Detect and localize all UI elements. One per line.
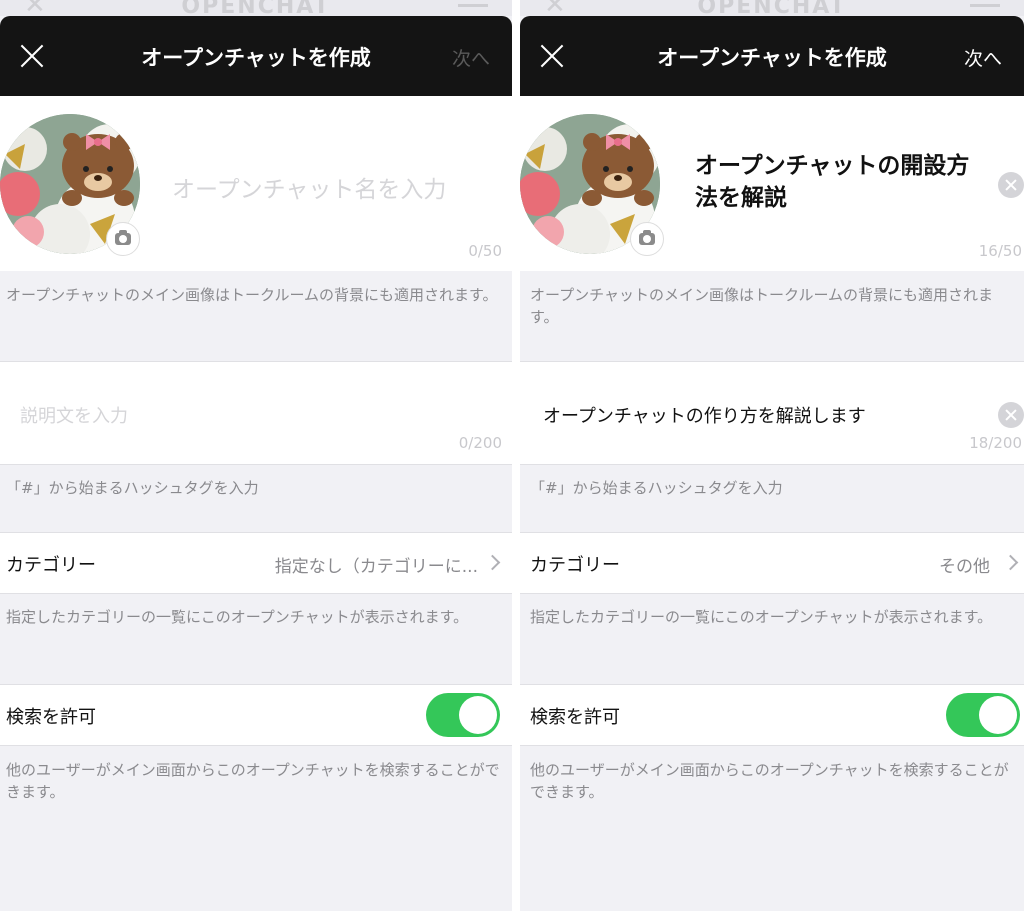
search-permission-label: 検索を許可 [6,707,96,728]
name-section: オープンチャットの開設方法を解説 16/50 [520,96,1024,271]
category-note: 指定したカテゴリーの一覧にこのオープンチャットが表示されます。 [6,608,469,626]
category-label: カテゴリー [6,555,96,576]
create-openchat-screen-empty: ✕ OPENCHAT オープンチャットを作成 次へ オープンチャット名を入力 0… [0,0,512,911]
category-label: カテゴリー [530,555,620,576]
background-close-icon: ✕ [24,0,46,16]
image-note: オープンチャットのメイン画像はトークルームの背景にも適用されます。 [6,286,498,304]
hashtag-note[interactable]: 「#」から始まるハッシュタグを入力 [6,477,506,499]
background-app-title: OPENCHAT [181,0,331,16]
search-permission-label: 検索を許可 [530,707,620,728]
search-permission-row: 検索を許可 [520,684,1024,746]
next-button[interactable]: 次へ [964,44,1002,71]
background-close-icon: ✕ [544,0,566,16]
toggle-knob [979,696,1017,734]
description-char-counter: 18/200 [969,434,1022,452]
description-field[interactable]: オープンチャットの作り方を解説します 18/200 [520,361,1024,465]
clear-icon[interactable] [998,402,1024,428]
description-input[interactable]: オープンチャットの作り方を解説します [543,402,866,428]
description-placeholder: 説明文を入力 [20,406,128,427]
background-app-title: OPENCHAT [697,0,847,16]
description-char-counter: 0/200 [458,434,502,452]
background-app-header: ✕ OPENCHAT [520,0,1024,16]
category-row[interactable]: カテゴリー その他 [520,532,1024,594]
name-char-counter: 0/50 [468,242,502,260]
search-note: 他のユーザーがメイン画面からこのオープンチャットを検索することができます。 [530,761,1009,801]
description-field[interactable]: 説明文を入力 0/200 [0,361,512,465]
camera-icon[interactable] [630,222,664,256]
chevron-right-icon [1002,554,1019,571]
search-permission-toggle[interactable] [426,693,500,737]
next-button[interactable]: 次へ [452,44,490,71]
category-value: その他 [939,557,990,577]
background-menu-icon [970,4,1000,7]
camera-icon[interactable] [106,222,140,256]
background-app-header: ✕ OPENCHAT [0,0,512,16]
toggle-knob [459,696,497,734]
chevron-right-icon [484,554,501,571]
create-openchat-screen-filled: ✕ OPENCHAT オープンチャットを作成 次へ オープンチャットの開設方法を… [520,0,1024,911]
image-note: オープンチャットのメイン画像はトークルームの背景にも適用されます。 [530,286,994,326]
page-title: オープンチャットを作成 [141,46,371,70]
chat-name-input[interactable]: オープンチャットの開設方法を解説 [695,150,985,214]
search-note: 他のユーザーがメイン画面からこのオープンチャットを検索することができます。 [6,761,500,801]
category-note: 指定したカテゴリーの一覧にこのオープンチャットが表示されます。 [530,608,993,626]
nav-bar: オープンチャットを作成 次へ [520,16,1024,96]
clear-icon[interactable] [998,172,1024,198]
chat-name-placeholder[interactable]: オープンチャット名を入力 [172,170,446,204]
name-section: オープンチャット名を入力 0/50 [0,96,512,271]
background-menu-icon [458,4,488,7]
nav-bar: オープンチャットを作成 次へ [0,16,512,96]
category-value: 指定なし（カテゴリーに... [274,557,478,577]
category-row[interactable]: カテゴリー 指定なし（カテゴリーに... [0,532,512,594]
search-permission-toggle[interactable] [946,693,1020,737]
panel-divider [512,0,520,911]
name-char-counter: 16/50 [978,242,1022,260]
search-permission-row: 検索を許可 [0,684,512,746]
page-title: オープンチャットを作成 [657,46,887,70]
hashtag-note[interactable]: 「#」から始まるハッシュタグを入力 [530,477,1018,499]
